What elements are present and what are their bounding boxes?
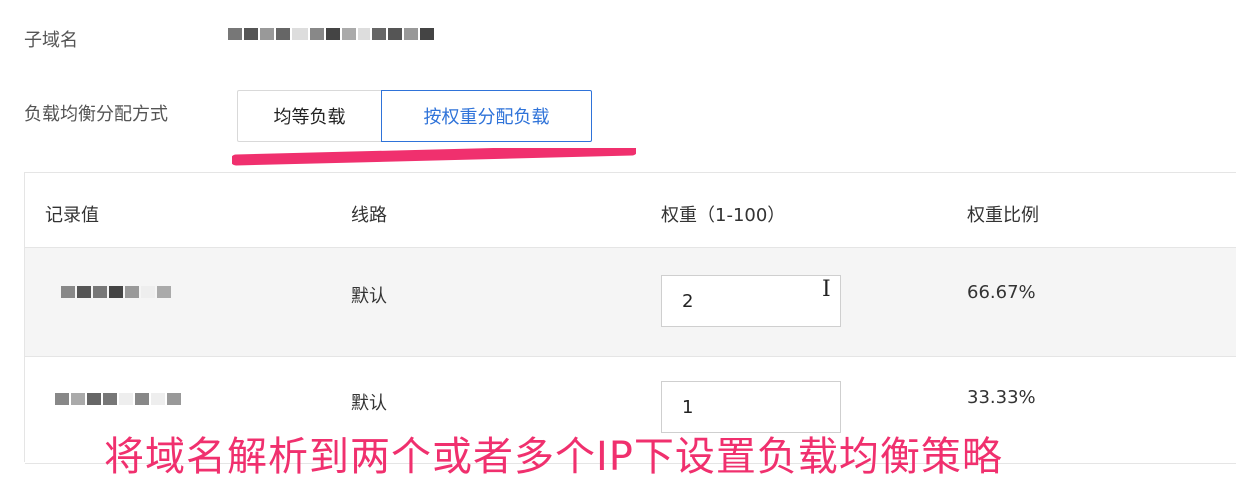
highlight-underline [232,148,636,166]
records-table: 记录值 线路 权重（1-100） 权重比例 默认 2 I 66.67% 默认 1… [24,172,1236,464]
text-cursor-icon: I [822,277,831,302]
equal-load-option[interactable]: 均等负载 [237,90,381,142]
header-record-value: 记录值 [45,205,99,226]
header-weight: 权重（1-100） [661,205,786,226]
record-value-redacted [55,393,183,405]
annotation-caption: 将域名解析到两个或者多个IP下设置负载均衡策略 [104,434,1003,480]
subdomain-label: 子域名 [24,30,78,51]
table-header: 记录值 线路 权重（1-100） 权重比例 [25,173,1236,248]
weight-input[interactable]: 2 [661,275,841,327]
header-weight-ratio: 权重比例 [967,205,1039,226]
lb-method-label: 负载均衡分配方式 [24,104,168,125]
weight-ratio-cell: 33.33% [967,387,1036,408]
weighted-load-option[interactable]: 按权重分配负载 [381,90,592,142]
record-value-redacted [61,286,173,298]
subdomain-value-redacted [228,28,436,40]
line-cell: 默认 [351,393,387,414]
lb-method-segmented-control: 均等负载 按权重分配负载 [237,90,592,144]
line-cell: 默认 [351,286,387,307]
table-row: 默认 2 I 66.67% [25,248,1236,357]
weight-ratio-cell: 66.67% [967,282,1036,303]
header-line: 线路 [351,205,387,226]
